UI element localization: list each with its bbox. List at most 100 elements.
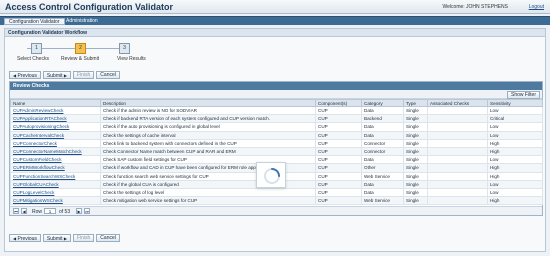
column-header[interactable]: Type <box>403 99 428 107</box>
table-cell <box>427 130 488 140</box>
table-cell: Check the settings of cache interval <box>100 130 316 140</box>
bottom-button-row: ◀ Previous Submit ▶ Finish Cancel <box>9 234 120 242</box>
table-cell: Check if the auto provisioning is config… <box>100 122 316 132</box>
table-body: CUPAdminReviewCheck Check if the admin re… <box>10 105 543 206</box>
table-cell: CUP <box>315 146 362 157</box>
table-cell: Web Service <box>361 196 404 206</box>
check-name-link[interactable]: CUPConnectorNameMatchCheck <box>10 146 101 157</box>
table-row[interactable]: CUPAutoprovisioningCheck Check if the aut… <box>10 122 543 132</box>
page-input[interactable]: 1 <box>44 208 56 214</box>
roadmap-step-3[interactable]: 3 <box>119 43 130 54</box>
table-cell: Single <box>403 130 428 140</box>
table-cell: Data <box>361 179 404 189</box>
column-header[interactable]: Sensitivity <box>487 99 543 107</box>
table-cell: Check link to backend system with connec… <box>100 138 316 148</box>
table-cell: Data <box>361 155 404 165</box>
table-cell: Single <box>403 155 428 165</box>
table-cell: CUP <box>315 130 362 140</box>
check-name-link[interactable]: CUPLogLevelCheck <box>10 187 101 198</box>
logout-link[interactable]: Logout <box>529 4 544 10</box>
previous-button-bottom[interactable]: ◀ Previous <box>9 234 41 242</box>
roadmap-step-1[interactable]: 1 <box>31 43 42 54</box>
table-cell: Low <box>487 122 543 132</box>
top-button-row: ◀ Previous Submit ▶ Finish Cancel <box>9 71 120 79</box>
table-cell: Check if backend RTA version of each sys… <box>100 114 316 124</box>
check-name-link[interactable]: CUPERMWorkflowCheck <box>10 163 101 173</box>
check-name-link[interactable]: CUPAdminReviewCheck <box>10 105 101 116</box>
table-cell: CUP <box>315 187 362 198</box>
first-page-icon[interactable]: ⏮ <box>13 208 19 214</box>
table-cell: Data <box>361 187 404 198</box>
table-row[interactable]: CUPMitigationWSCheck Check mitigation web… <box>10 196 543 206</box>
table-row[interactable]: CUPApplicationRTACheck Check if backend R… <box>10 114 543 124</box>
check-name-link[interactable]: CUPCustomFieldCheck <box>10 155 101 165</box>
submit-button-bottom[interactable]: Submit ▶ <box>42 234 71 242</box>
table-row[interactable]: CUPLogLevelCheck Check the settings of lo… <box>10 187 543 198</box>
workflow-panel: Configuration Validator Workflow 1 2 3 S… <box>4 28 546 252</box>
column-header[interactable]: Category <box>361 99 404 107</box>
table-cell: Single <box>403 163 428 173</box>
table-cell: CUP <box>315 163 362 173</box>
column-header[interactable]: Description <box>100 99 316 107</box>
check-name-link[interactable]: CUPApplicationRTACheck <box>10 114 101 124</box>
table-cell: Check mitigation web service settings fo… <box>100 196 316 206</box>
roadmap-label-3: View Results <box>117 56 146 62</box>
last-page-icon[interactable]: ⏭ <box>84 208 90 214</box>
table-cell <box>427 179 488 189</box>
prev-page-icon[interactable]: ◀ <box>21 208 27 214</box>
check-name-link[interactable]: CUPGlobalCUACheck <box>10 179 101 189</box>
tab-bar: Configuration Validator Administration <box>0 16 550 25</box>
table-row[interactable]: CUPAdminReviewCheck Check if the admin re… <box>10 105 543 116</box>
pager-row-label: Row <box>32 209 43 215</box>
show-filter-button[interactable]: Show Filter <box>506 91 540 99</box>
table-row[interactable]: CUPConnectorNameMatchCheck Check Connecto… <box>10 146 543 157</box>
roadmap: 1 2 3 Select Checks Review & Submit View… <box>13 43 153 67</box>
table-cell: Other <box>361 163 404 173</box>
tab-configuration-validator[interactable]: Configuration Validator <box>4 18 65 25</box>
check-name-link[interactable]: CUPAutoprovisioningCheck <box>10 122 101 132</box>
table-pager: ⏮ ◀ Row 1 of 53 ▶ ⏭ <box>10 206 542 215</box>
table-cell: High <box>487 171 543 181</box>
table-cell: Low <box>487 179 543 189</box>
table-cell: High <box>487 196 543 206</box>
table-row[interactable]: CUPConnectorCheck Check link to backend s… <box>10 138 543 148</box>
user-name: JOHN STEPHENS <box>466 4 508 10</box>
table-cell: CUP <box>315 179 362 189</box>
column-header[interactable]: Component(s) <box>315 99 362 107</box>
check-name-link[interactable]: CUPFunctionSearchWSCheck <box>10 171 101 181</box>
submit-label: Submit <box>46 73 63 79</box>
table-cell: Single <box>403 122 428 132</box>
previous-label: Previous <box>17 73 37 79</box>
next-page-icon[interactable]: ▶ <box>76 208 82 214</box>
table-cell <box>427 187 488 198</box>
table-cell: Web Service <box>361 171 404 181</box>
submit-button[interactable]: Submit ▶ <box>42 71 71 79</box>
finish-button: Finish <box>72 71 95 79</box>
forward-arrow-icon: ▶ <box>63 73 67 78</box>
table-cell: Check if the admin review is NO for SODV… <box>100 105 316 116</box>
table-cell: Low <box>487 105 543 116</box>
table-cell <box>427 146 488 157</box>
check-name-link[interactable]: CUPCacheIntervalCheck <box>10 130 101 140</box>
check-name-link[interactable]: CUPMitigationWSCheck <box>10 196 101 206</box>
table-cell: Data <box>361 130 404 140</box>
table-cell <box>427 163 488 173</box>
roadmap-label-2: Review & Submit <box>61 56 100 62</box>
tab-administration[interactable]: Administration <box>62 18 102 25</box>
previous-button[interactable]: ◀ Previous <box>9 71 41 79</box>
table-cell: Single <box>403 187 428 198</box>
table-cell <box>427 105 488 116</box>
forward-arrow-icon: ▶ <box>63 236 67 241</box>
cancel-button[interactable]: Cancel <box>96 71 120 79</box>
column-header[interactable]: Associated Checks <box>427 99 488 107</box>
table-row[interactable]: CUPCacheIntervalCheck Check the settings … <box>10 130 543 140</box>
table-cell: Single <box>403 171 428 181</box>
table-cell: Check the settings of log level <box>100 187 316 198</box>
cancel-button-bottom[interactable]: Cancel <box>96 234 120 242</box>
roadmap-step-2[interactable]: 2 <box>75 43 86 54</box>
table-cell: Single <box>403 138 428 148</box>
tray-title: Review Checks <box>10 82 542 90</box>
check-name-link[interactable]: CUPConnectorCheck <box>10 138 101 148</box>
review-checks-tray: Review Checks Show Filter Name Descriptio… <box>9 81 543 216</box>
column-header[interactable]: Name <box>10 99 101 107</box>
